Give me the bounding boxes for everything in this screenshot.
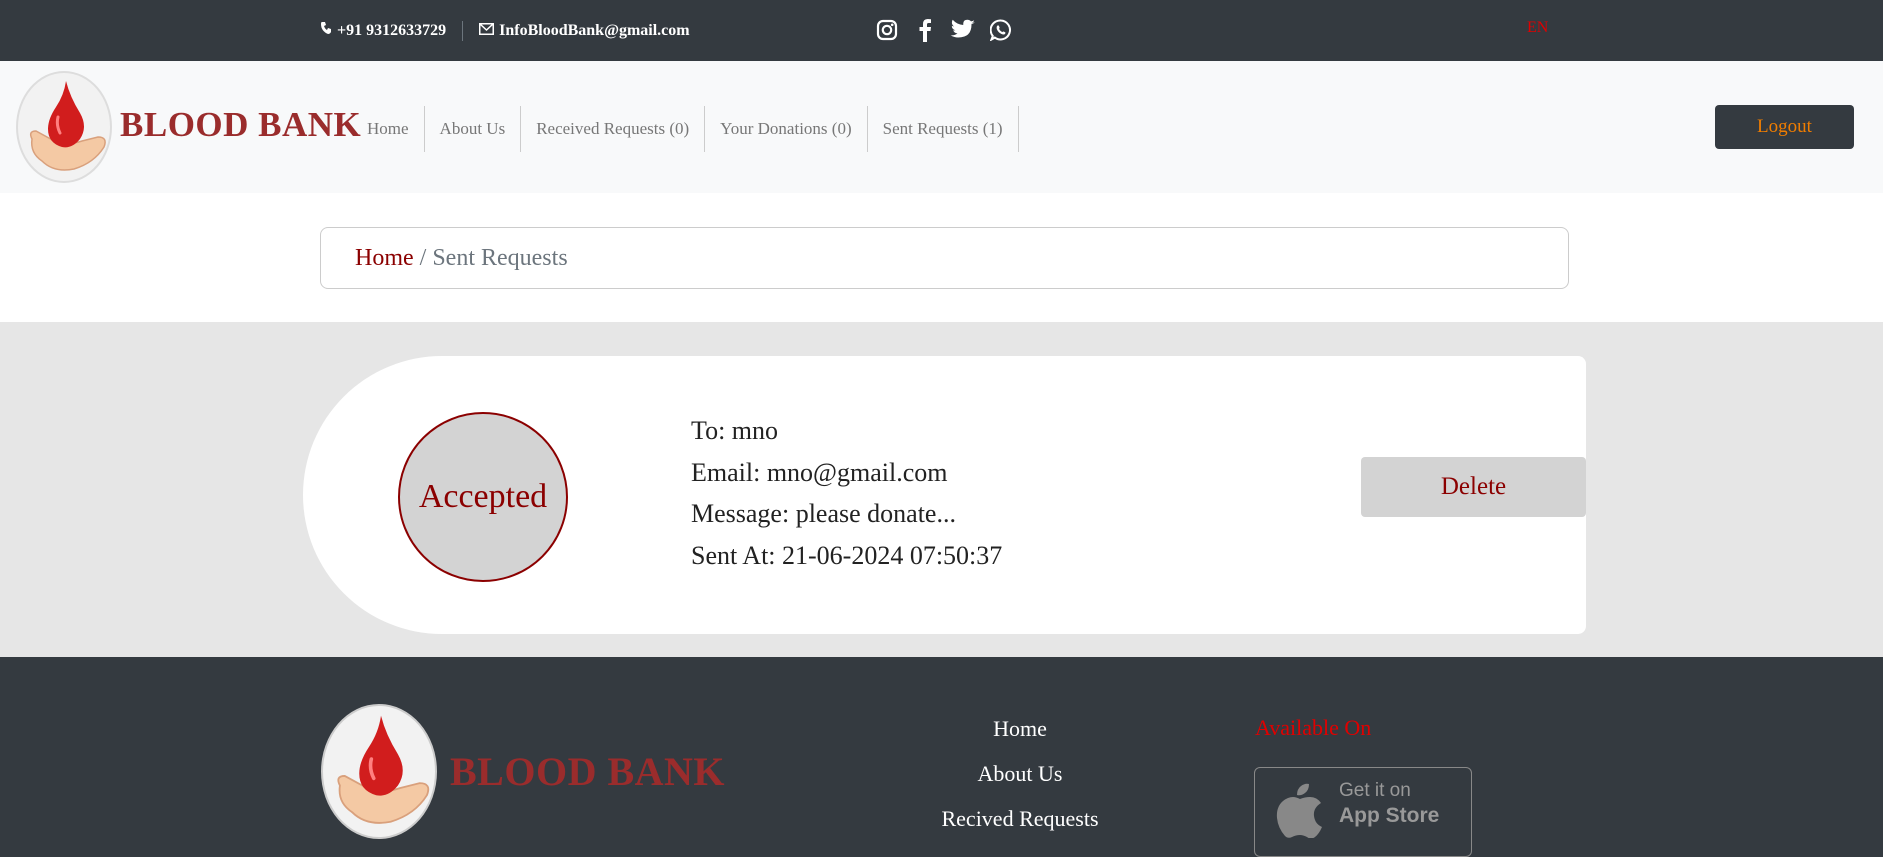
breadcrumb: Home / Sent Requests <box>320 227 1569 289</box>
request-details: To: mno Email: mno@gmail.com Message: pl… <box>691 410 1002 576</box>
phone-number: +91 9312633729 <box>337 21 447 39</box>
email-address: InfoBloodBank@gmail.com <box>499 21 690 39</box>
breadcrumb-separator: / <box>419 244 427 271</box>
footer-links: Home About Us Recived Requests <box>920 715 1120 850</box>
request-sent-at: Sent At: 21-06-2024 07:50:37 <box>691 540 1003 570</box>
request-email: Email: mno@gmail.com <box>691 457 948 487</box>
facebook-icon[interactable] <box>912 16 938 44</box>
footer-logo-image[interactable] <box>321 704 437 839</box>
envelope-icon <box>479 22 495 40</box>
contact-info: +91 9312633729 InfoBloodBank@gmail.com <box>320 0 690 61</box>
app-store-big-text: App Store <box>1339 803 1440 827</box>
brand-name: BLOOD BANK <box>120 105 362 144</box>
nav-home[interactable]: Home <box>352 106 425 152</box>
contact-divider <box>462 20 464 41</box>
language-selector[interactable]: EN <box>1527 19 1548 37</box>
whatsapp-icon[interactable] <box>988 16 1014 44</box>
status-badge: Accepted <box>398 412 568 582</box>
app-store-text: Get it on App Store <box>1339 780 1439 828</box>
navbar: BLOOD BANK Home About Us Received Reques… <box>0 61 1883 193</box>
phone-icon <box>320 21 332 40</box>
apple-icon <box>1275 780 1325 843</box>
nav-your-donations[interactable]: Your Donations (0) <box>705 106 868 152</box>
request-recipient: To: mno <box>691 416 779 445</box>
sent-request-card: Accepted To: mno Email: mno@gmail.com Me… <box>303 356 1586 634</box>
breadcrumb-current: Sent Requests <box>432 244 568 271</box>
breadcrumb-home[interactable]: Home <box>355 245 414 272</box>
instagram-icon[interactable] <box>874 16 900 44</box>
phone-contact[interactable]: +91 9312633729 <box>320 21 446 40</box>
footer-brand-name: BLOOD BANK <box>450 749 726 794</box>
twitter-icon[interactable] <box>950 16 976 44</box>
footer-link-home[interactable]: Home <box>920 715 1120 760</box>
footer-link-about-us[interactable]: About Us <box>920 760 1120 805</box>
available-on-heading: Available On <box>1255 715 1372 740</box>
nav-sent-requests[interactable]: Sent Requests (1) <box>868 106 1019 152</box>
social-links <box>874 16 1014 44</box>
top-bar: +91 9312633729 InfoBloodBank@gmail.com E… <box>0 0 1883 61</box>
nav-about-us[interactable]: About Us <box>425 106 522 152</box>
delete-button[interactable]: Delete <box>1361 457 1586 517</box>
footer-link-received-requests[interactable]: Recived Requests <box>920 805 1120 850</box>
request-message: Message: please donate... <box>691 499 956 528</box>
app-store-badge[interactable]: Get it on App Store <box>1254 767 1472 857</box>
main-nav: Home About Us Received Requests (0) Your… <box>352 106 1019 152</box>
logout-button[interactable]: Logout <box>1715 105 1854 149</box>
breadcrumb-section: Home / Sent Requests <box>0 193 1883 322</box>
footer: BLOOD BANK Home About Us Recived Request… <box>0 657 1883 857</box>
nav-received-requests[interactable]: Received Requests (0) <box>521 106 706 152</box>
app-store-small-text: Get it on <box>1339 780 1411 801</box>
email-contact[interactable]: InfoBloodBank@gmail.com <box>479 21 690 40</box>
logo-image[interactable] <box>16 71 112 183</box>
